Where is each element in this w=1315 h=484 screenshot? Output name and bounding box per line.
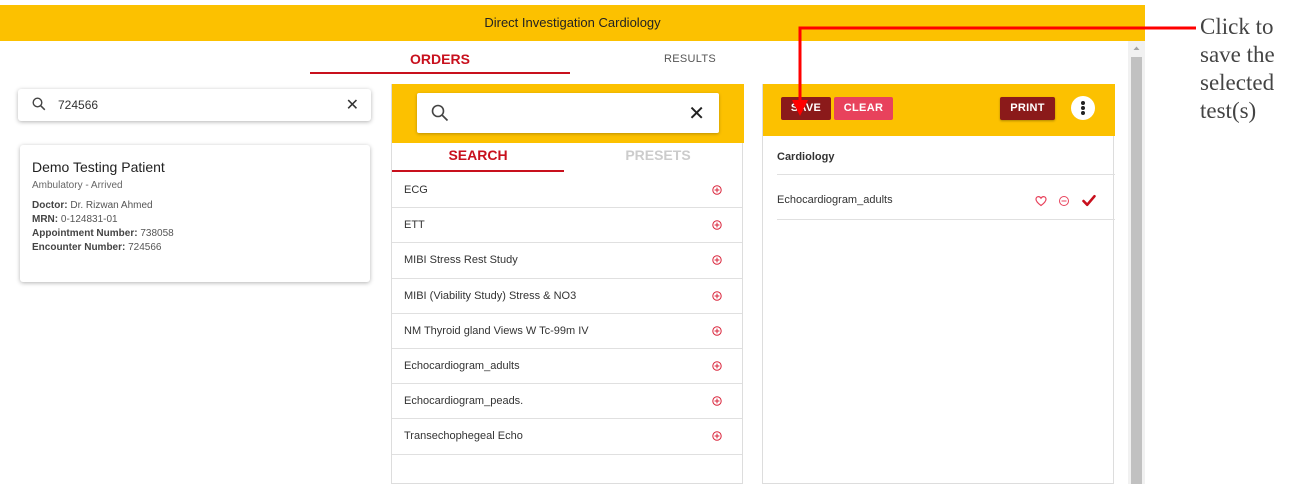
patient-mrn: MRN: 0-124831-01	[32, 213, 358, 227]
print-button[interactable]: PRINT	[1000, 97, 1055, 120]
close-icon[interactable]: ✕	[346, 95, 359, 115]
save-button[interactable]: SAVE	[781, 97, 831, 120]
test-name: Echocardiogram_peads.	[404, 395, 524, 408]
test-name: MIBI Stress Rest Study	[404, 254, 518, 267]
test-search-panel: ✕ SEARCH PRESETS ECG ETT MIBI Stress Res…	[391, 84, 744, 484]
more-vertical-icon[interactable]	[1071, 96, 1095, 120]
divider	[777, 219, 1115, 220]
app-title: Direct Investigation Cardiology	[484, 15, 661, 30]
list-item[interactable]: MIBI (Viability Study) Stress & NO3	[392, 279, 742, 314]
app-title-bar: Direct Investigation Cardiology	[0, 5, 1145, 41]
tab-presets[interactable]: PRESETS	[572, 143, 744, 171]
encounter-label: Encounter Number:	[32, 242, 126, 253]
divider	[777, 174, 1115, 175]
heart-icon[interactable]	[1035, 195, 1047, 207]
test-name: MIBI (Viability Study) Stress & NO3	[404, 289, 577, 302]
add-circle-icon[interactable]	[712, 255, 722, 266]
test-search-header: ✕	[392, 84, 744, 143]
test-name: NM Thyroid gland Views W Tc-99m IV	[404, 324, 589, 337]
search-icon	[32, 97, 46, 111]
annotation-line: selected	[1200, 70, 1275, 95]
list-item[interactable]: MIBI Stress Rest Study	[392, 243, 742, 279]
tab-results[interactable]: RESULTS	[650, 44, 730, 74]
patient-card[interactable]: Demo Testing Patient Ambulatory - Arrive…	[20, 145, 370, 282]
test-list: ECG ETT MIBI Stress Rest Study MIBI (Via…	[392, 173, 742, 455]
category-label: Cardiology	[777, 151, 835, 163]
annotation-line: save the	[1200, 42, 1275, 67]
tab-search[interactable]: SEARCH	[392, 143, 564, 171]
list-item[interactable]: Echocardiogram_adults	[392, 349, 742, 385]
appointment-label: Appointment Number:	[32, 228, 138, 239]
add-circle-icon[interactable]	[712, 361, 722, 371]
remove-circle-icon[interactable]	[1058, 195, 1070, 207]
test-name: Transechophegeal Echo	[404, 430, 523, 443]
close-icon[interactable]: ✕	[688, 101, 705, 126]
patient-name: Demo Testing Patient	[32, 159, 165, 175]
doctor-value: Dr. Rizwan Ahmed	[70, 200, 153, 211]
annotation-line: Click to	[1200, 14, 1274, 39]
patient-appointment: Appointment Number: 738058	[32, 227, 358, 241]
appointment-value: 738058	[140, 228, 174, 239]
selected-tests-toolbar: SAVE CLEAR PRINT	[763, 84, 1115, 136]
tab-orders[interactable]: ORDERS	[310, 44, 570, 74]
scrollbar-thumb[interactable]	[1131, 57, 1142, 484]
mrn-value: 0-124831-01	[60, 214, 118, 225]
patient-search-field[interactable]: 724566 ✕	[18, 89, 371, 121]
add-circle-icon[interactable]	[712, 185, 722, 195]
patient-doctor: Doctor: Dr. Rizwan Ahmed	[32, 199, 358, 213]
test-name: Echocardiogram_adults	[404, 359, 520, 372]
list-item[interactable]: Transechophegeal Echo	[392, 419, 742, 455]
list-item[interactable]: Echocardiogram_peads.	[392, 384, 742, 420]
tab-orders-indicator	[310, 72, 570, 74]
patient-search-value[interactable]: 724566	[58, 98, 98, 112]
main-tabs: ORDERS RESULTS	[310, 44, 750, 76]
check-icon	[1082, 194, 1096, 207]
mrn-label: MRN:	[32, 214, 59, 225]
page-scrollbar[interactable]	[1128, 41, 1145, 484]
list-item[interactable]: NM Thyroid gland Views W Tc-99m IV	[392, 314, 742, 349]
test-search-input[interactable]: ✕	[417, 93, 719, 133]
tab-search-indicator	[392, 170, 564, 172]
list-item[interactable]: ETT	[392, 208, 742, 244]
patient-status: Ambulatory - Arrived	[32, 180, 123, 191]
annotation-callout: Click to save the selected test(s)	[1200, 13, 1275, 125]
add-circle-icon[interactable]	[712, 326, 722, 336]
test-subtabs: SEARCH PRESETS	[392, 143, 744, 173]
selected-tests-panel: SAVE CLEAR PRINT Cardiology Echocardiogr…	[762, 84, 1115, 484]
test-name: ECG	[404, 184, 428, 196]
doctor-label: Doctor:	[32, 200, 68, 211]
add-circle-icon[interactable]	[712, 396, 722, 406]
selected-test-name: Echocardiogram_adults	[777, 194, 893, 206]
add-circle-icon[interactable]	[712, 431, 722, 442]
search-icon	[431, 104, 449, 122]
annotation-line: test(s)	[1200, 98, 1257, 123]
test-name: ETT	[404, 219, 425, 232]
encounter-value: 724566	[128, 242, 162, 253]
add-circle-icon[interactable]	[712, 290, 722, 301]
list-item[interactable]: ECG	[392, 173, 742, 209]
app-window: Direct Investigation Cardiology ORDERS R…	[0, 0, 1145, 484]
patient-encounter: Encounter Number: 724566	[32, 241, 358, 255]
selected-test-row[interactable]: Echocardiogram_adults	[777, 190, 1115, 218]
add-circle-icon[interactable]	[712, 220, 722, 230]
scroll-up-arrow-icon[interactable]	[1128, 41, 1145, 56]
clear-button[interactable]: CLEAR	[834, 97, 893, 120]
